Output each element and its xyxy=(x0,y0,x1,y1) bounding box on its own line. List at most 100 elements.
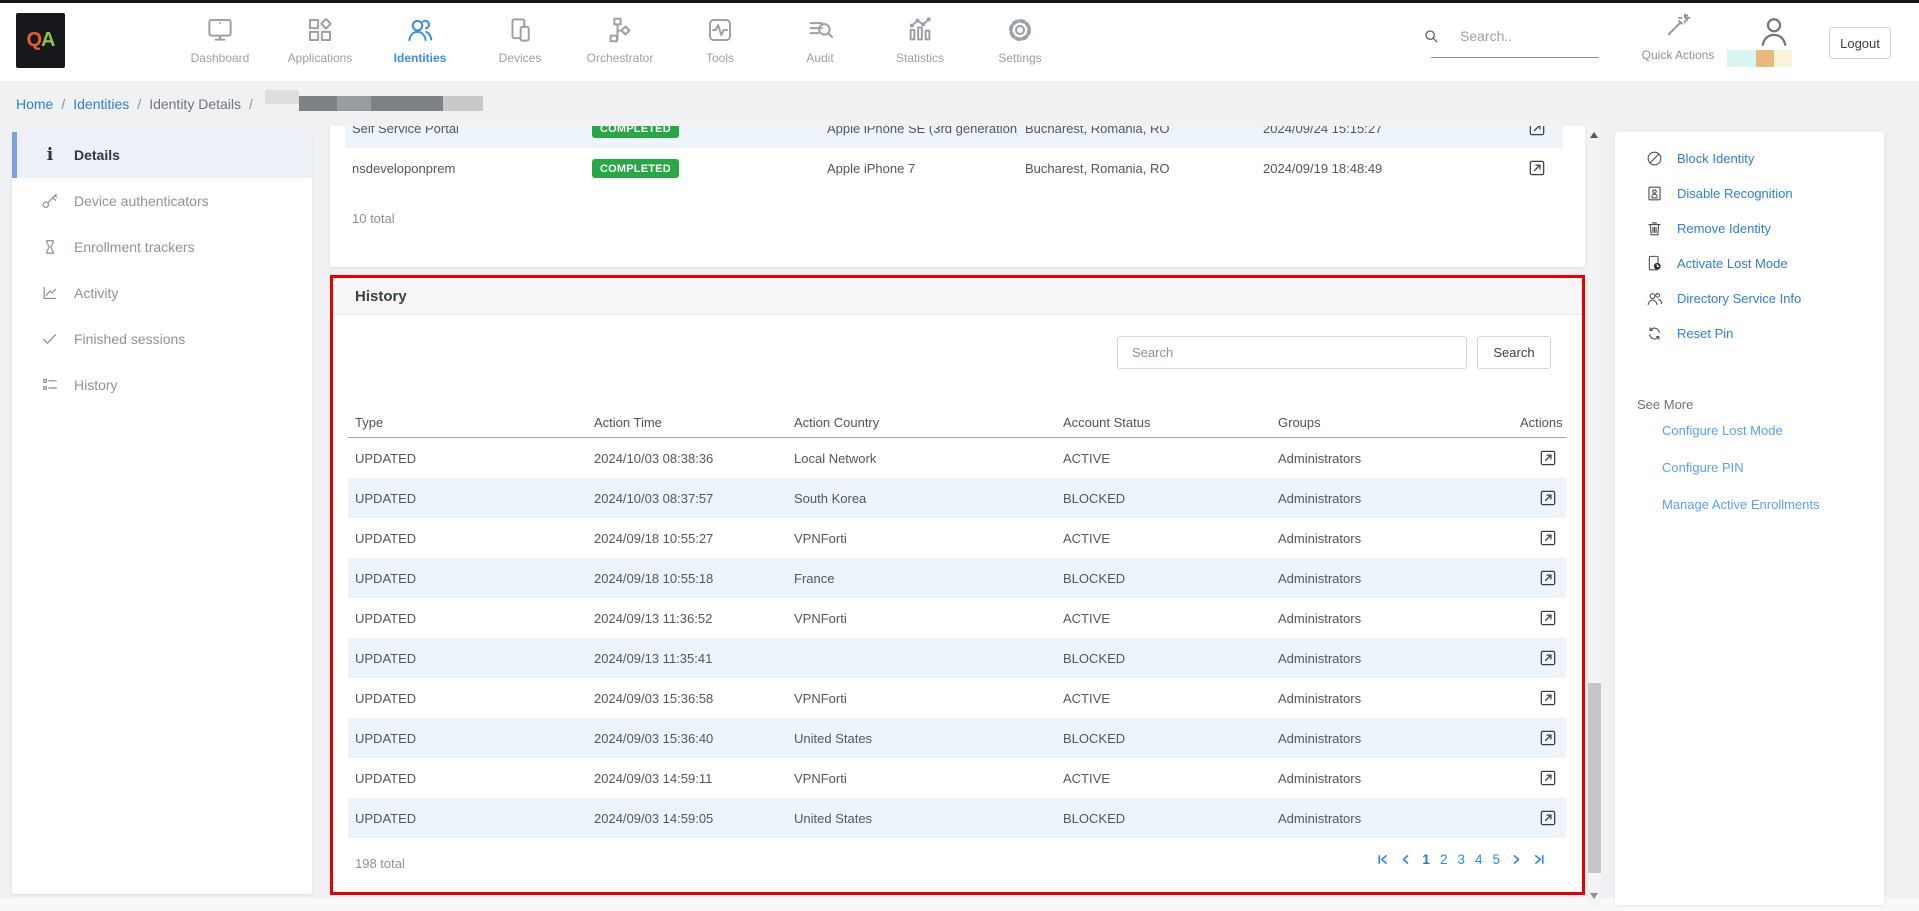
table-row: nsdeveloponprem COMPLETED Apple iPhone 7… xyxy=(345,148,1563,188)
nav-item-label: Tools xyxy=(706,51,734,65)
logo-letter-a: A xyxy=(41,29,54,52)
page-number[interactable]: 5 xyxy=(1492,852,1500,867)
hourglass-icon xyxy=(40,237,60,257)
configure-pin-link[interactable]: Configure PIN xyxy=(1615,449,1884,486)
history-total-count: 198 total xyxy=(355,856,405,871)
open-details-icon[interactable] xyxy=(1538,488,1558,508)
nav-item-dashboard[interactable]: Dashboard xyxy=(170,6,270,78)
quick-actions-button[interactable]: Quick Actions xyxy=(1639,10,1717,62)
remove-identity-link[interactable]: Remove Identity xyxy=(1615,211,1884,246)
cell-type: UPDATED xyxy=(348,651,587,666)
list-icon xyxy=(40,375,60,395)
sidebar-item-history[interactable]: History xyxy=(12,362,312,408)
sidebar-item-label: Details xyxy=(74,147,120,163)
nav-item-statistics[interactable]: Statistics xyxy=(870,6,970,78)
sidebar-item-label: Enrollment trackers xyxy=(74,239,195,255)
user-avatar[interactable] xyxy=(1756,14,1792,50)
cell-country: VPNForti xyxy=(787,771,1056,786)
configure-lost-mode-link[interactable]: Configure Lost Mode xyxy=(1615,412,1884,449)
nav-item-audit[interactable]: Audit xyxy=(770,6,870,78)
cell-status: ACTIVE xyxy=(1056,611,1271,626)
sidebar-item-activity[interactable]: Activity xyxy=(12,270,312,316)
open-details-icon[interactable] xyxy=(1538,648,1558,668)
session-device: Apple iPhone 7 xyxy=(820,161,1018,176)
nav-item-label: Applications xyxy=(288,51,353,65)
breadcrumb-home-link[interactable]: Home xyxy=(16,96,53,112)
activate-lost-mode-link[interactable]: Activate Lost Mode xyxy=(1615,246,1884,281)
sidebar-item-details[interactable]: i Details xyxy=(12,132,312,178)
nav-item-tools[interactable]: Tools xyxy=(670,6,770,78)
open-details-icon[interactable] xyxy=(1538,688,1558,708)
manage-active-enrollments-link[interactable]: Manage Active Enrollments xyxy=(1615,486,1884,523)
settings-icon xyxy=(1005,15,1035,45)
directory-service-info-link[interactable]: Directory Service Info xyxy=(1615,281,1884,316)
cell-time: 2024/09/03 15:36:40 xyxy=(587,731,787,746)
last-page-icon[interactable] xyxy=(1533,853,1546,866)
col-action-country: Action Country xyxy=(787,415,1056,430)
devices-icon xyxy=(505,15,535,45)
history-search-input[interactable] xyxy=(1117,336,1467,369)
cell-status: BLOCKED xyxy=(1056,731,1271,746)
cell-country: VPNForti xyxy=(787,691,1056,706)
sidebar-item-label: Finished sessions xyxy=(74,331,185,347)
cell-time: 2024/09/13 11:36:52 xyxy=(587,611,787,626)
cell-groups: Administrators xyxy=(1271,771,1520,786)
open-details-icon[interactable] xyxy=(1538,448,1558,468)
action-link-label: Disable Recognition xyxy=(1677,186,1793,201)
history-titlebar: History xyxy=(333,278,1582,315)
open-details-icon[interactable] xyxy=(1538,768,1558,788)
cell-status: ACTIVE xyxy=(1056,691,1271,706)
prev-page-icon[interactable] xyxy=(1399,853,1412,866)
window-top-strip xyxy=(0,0,1919,3)
logout-button[interactable]: Logout xyxy=(1829,27,1891,59)
session-time: 2024/09/19 18:48:49 xyxy=(1256,161,1510,176)
nav-item-settings[interactable]: Settings xyxy=(970,6,1070,78)
scrollbar-thumb[interactable] xyxy=(1588,683,1601,873)
disable-recognition-link[interactable]: Disable Recognition xyxy=(1615,176,1884,211)
reset-pin-link[interactable]: Reset Pin xyxy=(1615,316,1884,351)
sidebar-item-finished-sessions[interactable]: Finished sessions xyxy=(12,316,312,362)
search-underline xyxy=(1431,57,1599,58)
nav-item-orchestrator[interactable]: Orchestrator xyxy=(570,6,670,78)
history-search-button[interactable]: Search xyxy=(1477,336,1551,369)
open-details-icon[interactable] xyxy=(1538,608,1558,628)
open-details-icon[interactable] xyxy=(1538,528,1558,548)
col-groups: Groups xyxy=(1271,415,1520,430)
page-number[interactable]: 4 xyxy=(1475,852,1483,867)
cell-country: Local Network xyxy=(787,451,1056,466)
nav-item-label: Devices xyxy=(499,51,542,65)
scroll-up-arrow-icon[interactable] xyxy=(1590,132,1598,138)
scroll-down-arrow-icon[interactable] xyxy=(1590,893,1598,899)
logo-letter-q: Q xyxy=(26,29,41,52)
nav-item-devices[interactable]: Devices xyxy=(470,6,570,78)
block-identity-link[interactable]: Block Identity xyxy=(1615,141,1884,176)
next-page-icon[interactable] xyxy=(1510,853,1523,866)
first-page-icon[interactable] xyxy=(1376,853,1389,866)
col-action-time: Action Time xyxy=(587,415,787,430)
open-details-icon[interactable] xyxy=(1538,808,1558,828)
cell-time: 2024/10/03 08:38:36 xyxy=(587,451,787,466)
open-details-icon[interactable] xyxy=(1538,568,1558,588)
open-details-icon[interactable] xyxy=(1527,158,1547,178)
cell-type: UPDATED xyxy=(348,571,587,586)
cell-type: UPDATED xyxy=(348,491,587,506)
page-number[interactable]: 2 xyxy=(1440,852,1448,867)
check-icon xyxy=(40,329,60,349)
main-scrollbar[interactable] xyxy=(1588,126,1601,905)
history-section-title: History xyxy=(333,288,407,305)
sidebar-item-enrollment-trackers[interactable]: Enrollment trackers xyxy=(12,224,312,270)
cell-status: ACTIVE xyxy=(1056,531,1271,546)
sidebar-item-device-authenticators[interactable]: Device authenticators xyxy=(12,178,312,224)
global-search-input[interactable]: Search.. xyxy=(1460,28,1512,44)
page-number[interactable]: 3 xyxy=(1457,852,1465,867)
breadcrumb-identities-link[interactable]: Identities xyxy=(73,96,129,112)
nav-item-identities[interactable]: Identities xyxy=(370,6,470,78)
sidebar-item-label: Activity xyxy=(74,285,118,301)
cell-status: ACTIVE xyxy=(1056,451,1271,466)
cell-country: France xyxy=(787,571,1056,586)
nav-item-applications[interactable]: Applications xyxy=(270,6,370,78)
app-logo[interactable]: QA xyxy=(16,13,65,68)
page-number[interactable]: 1 xyxy=(1422,852,1430,867)
person-icon xyxy=(1756,14,1792,50)
open-details-icon[interactable] xyxy=(1538,728,1558,748)
